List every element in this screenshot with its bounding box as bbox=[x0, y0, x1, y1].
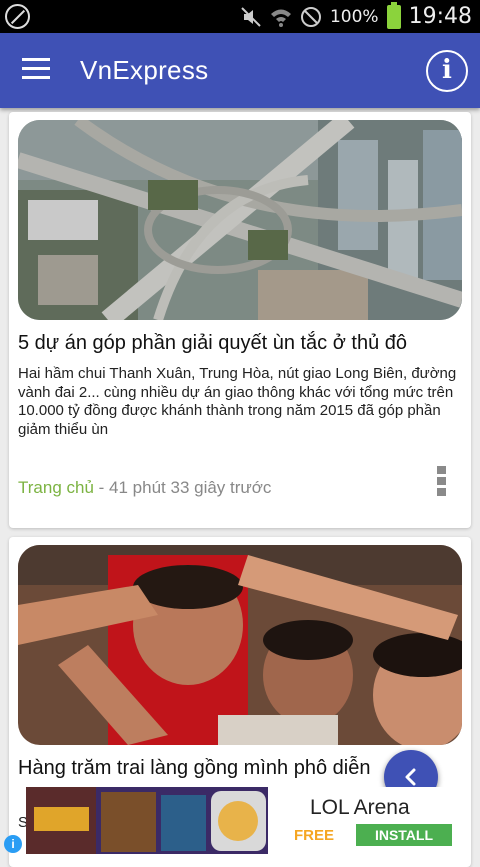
menu-icon[interactable] bbox=[22, 58, 50, 82]
info-icon[interactable]: i bbox=[426, 50, 468, 92]
ad-install-button[interactable]: INSTALL bbox=[356, 824, 452, 846]
app-bar: VnExpress i bbox=[0, 33, 480, 108]
article-image[interactable] bbox=[18, 120, 462, 320]
article-headline[interactable]: 5 dự án góp phần giải quyết ùn tắc ở thủ… bbox=[18, 330, 462, 356]
battery-percent: 100% bbox=[329, 6, 379, 27]
article-time: - 41 phút 33 giây trước bbox=[98, 478, 272, 497]
app-title: VnExpress bbox=[80, 55, 209, 85]
article-image[interactable] bbox=[18, 545, 462, 745]
status-bar: 100% 19:48 bbox=[0, 0, 480, 33]
clock: 19:48 bbox=[408, 4, 472, 29]
blocked-icon bbox=[5, 4, 30, 29]
no-entry-icon bbox=[300, 6, 321, 27]
wifi-icon bbox=[270, 9, 291, 27]
more-options-icon[interactable] bbox=[437, 466, 447, 498]
article-summary: Hai hầm chui Thanh Xuân, Trung Hòa, nút … bbox=[18, 365, 457, 438]
article-meta: Trang chủ - 41 phút 33 giây trước bbox=[18, 478, 271, 498]
ad-info-icon[interactable]: i bbox=[4, 835, 22, 853]
battery-icon bbox=[386, 1, 401, 29]
article-card[interactable]: 5 dự án góp phần giải quyết ùn tắc ở thủ… bbox=[9, 112, 471, 528]
chevron-left-icon bbox=[405, 768, 416, 786]
mute-icon bbox=[241, 6, 261, 27]
ad-banner[interactable]: i LOL Arena FREE INSTALL bbox=[4, 787, 454, 854]
ad-free-label: FREE bbox=[294, 827, 335, 844]
status-bar-right: 100% 19:48 bbox=[240, 0, 472, 33]
ad-title: LOL Arena bbox=[310, 796, 410, 819]
ad-image[interactable] bbox=[26, 787, 268, 854]
article-category[interactable]: Trang chủ bbox=[18, 478, 94, 497]
